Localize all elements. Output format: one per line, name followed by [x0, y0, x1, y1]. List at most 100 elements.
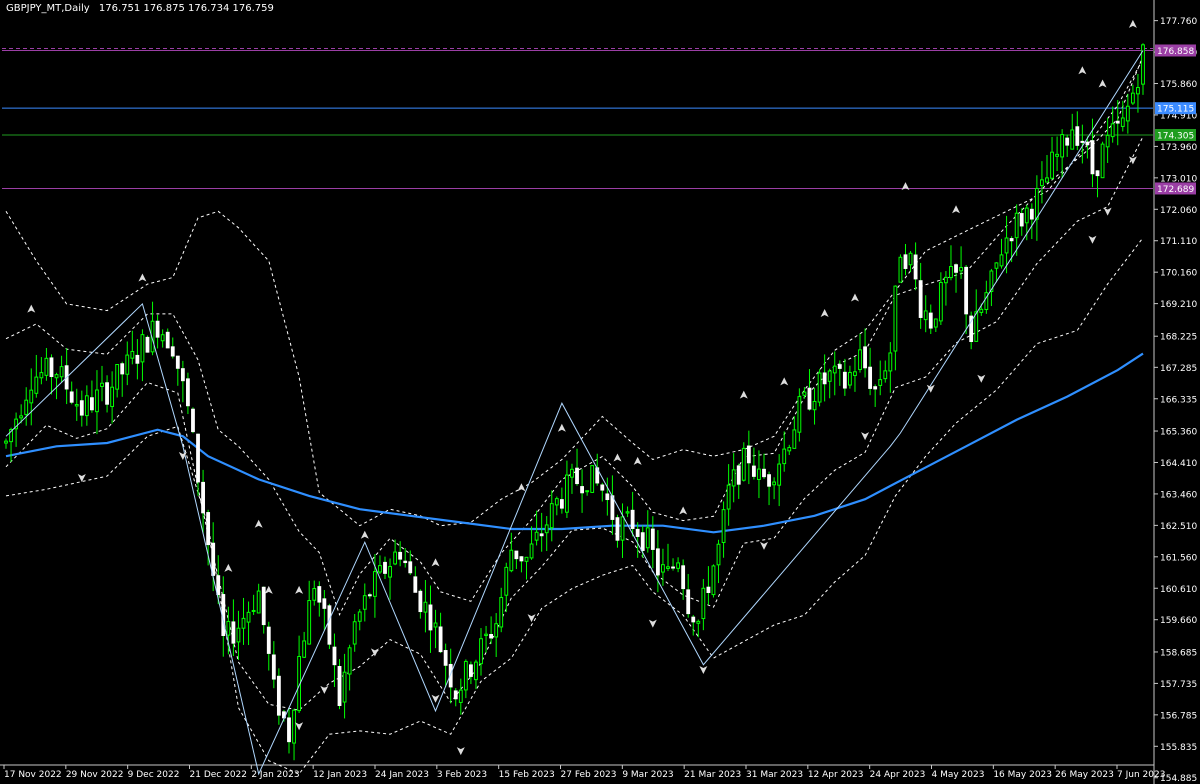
candle-body [913, 254, 918, 280]
candle-body [1060, 134, 1065, 158]
candle-body [1136, 86, 1140, 95]
candle-body [479, 638, 483, 665]
candle-body [408, 561, 413, 574]
candle-body [1115, 120, 1120, 124]
candle-body [413, 576, 418, 593]
candle-body [403, 560, 408, 564]
candle-body [428, 604, 433, 631]
candle-body [812, 400, 817, 411]
candle-body [489, 634, 494, 639]
up-fractal-arrow [138, 273, 147, 282]
candle-body [458, 689, 463, 703]
candle-body [160, 334, 165, 342]
time-tick-label: 16 May 2023 [993, 770, 1052, 780]
candle-body [423, 601, 428, 613]
candle-body [1090, 140, 1095, 175]
candle-body [1095, 170, 1100, 177]
candle-body [959, 267, 963, 272]
time-tick-label: 12 Jan 2023 [313, 770, 367, 780]
candle-body [1029, 208, 1034, 220]
price-tick-label: 155.835 [1160, 743, 1197, 753]
candle-body [1100, 143, 1105, 179]
candle-body [650, 528, 655, 550]
candle-body [1019, 213, 1024, 227]
candle-body [453, 690, 458, 700]
candle-body [276, 675, 281, 716]
up-fractal-arrow [952, 205, 961, 214]
candle-body [620, 516, 625, 541]
candle-body [575, 467, 579, 485]
down-fractal-arrow [431, 694, 440, 703]
moving-average-line [5, 352, 1144, 534]
price-tick-label: 161.560 [1160, 553, 1197, 563]
price-tick-label: 160.610 [1160, 585, 1197, 595]
candle-body [544, 524, 549, 534]
down-fractal-arrow [699, 666, 708, 675]
candle-body [640, 532, 645, 551]
up-fractal-arrow [1128, 19, 1137, 28]
chart-area[interactable]: GBPJPY_MT,Daily 176.751 176.875 176.734 … [0, 0, 1200, 784]
time-tick-label: 26 May 2023 [1055, 770, 1114, 780]
time-tick-label: 15 Feb 2023 [499, 770, 555, 780]
candle-body [509, 549, 514, 572]
candle-body [398, 551, 403, 560]
candle-body [630, 509, 635, 529]
candle-body [570, 468, 574, 478]
candle-body [711, 565, 716, 596]
candle-body [332, 646, 337, 666]
up-fractal-arrow [633, 456, 642, 465]
up-fractal-arrow [1078, 66, 1087, 75]
candle-body [484, 633, 488, 636]
price-tick-label: 167.285 [1160, 364, 1197, 374]
price-line-tag-label: 174.305 [1157, 131, 1194, 141]
candle-body [180, 368, 185, 382]
price-tick-label: 166.335 [1160, 395, 1197, 405]
candle-body [863, 346, 867, 369]
candle-body [1055, 153, 1060, 157]
time-tick-label: 27 Feb 2023 [561, 770, 617, 780]
up-fractal-arrow [264, 585, 273, 594]
up-fractal-arrow [679, 506, 688, 515]
up-fractal-arrow [254, 519, 263, 528]
candle-body [1080, 140, 1085, 143]
up-fractal-arrow [295, 585, 304, 594]
candle-body [34, 376, 39, 394]
candle-body [372, 571, 377, 597]
candle-body [908, 252, 913, 266]
candle-body [893, 285, 898, 352]
price-tick-label: 172.060 [1160, 206, 1197, 216]
price-tick-label: 162.510 [1160, 522, 1197, 532]
candle-body [130, 350, 135, 359]
candle-body [383, 561, 387, 574]
candle-body [307, 600, 312, 645]
candle-body [1045, 177, 1049, 183]
candle-body [206, 512, 211, 546]
up-fractal-arrow [820, 308, 829, 317]
candle-body [898, 256, 903, 283]
time-tick-label: 29 Nov 2022 [66, 770, 124, 780]
candle-body [847, 371, 852, 386]
zigzag-line [5, 50, 1144, 776]
candle-body [645, 527, 650, 549]
price-tick-label: 168.225 [1160, 333, 1197, 343]
candle-body [246, 611, 251, 623]
time-tick-label: 12 Apr 2023 [808, 770, 864, 780]
candle-body [1024, 207, 1029, 224]
price-tick-label: 158.685 [1160, 648, 1197, 658]
candle-body [731, 469, 736, 487]
fractals [27, 19, 1137, 756]
candle-body [524, 556, 529, 562]
candle-body [580, 486, 584, 494]
candle-body [216, 575, 221, 596]
candle-body [858, 349, 862, 371]
candle-body [827, 370, 832, 382]
candle-body [1040, 179, 1044, 187]
candle-body [883, 370, 888, 380]
chart-svg[interactable]: 177.760176.810175.860174.910173.960173.0… [0, 0, 1200, 784]
candle-body [302, 640, 307, 658]
candle-body [832, 365, 837, 374]
candle-body [676, 562, 681, 569]
candle-body [1050, 151, 1054, 179]
candle-body [312, 588, 317, 601]
candle-body [994, 262, 999, 269]
